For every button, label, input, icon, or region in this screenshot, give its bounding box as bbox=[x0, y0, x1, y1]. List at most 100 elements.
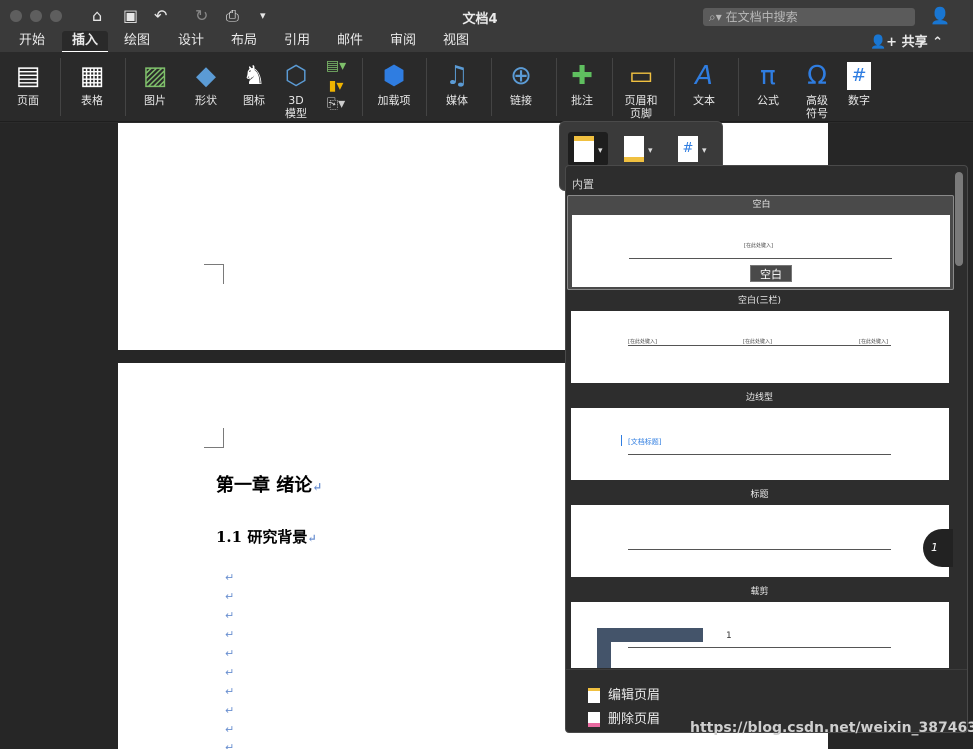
watermark-text: https://blog.csdn.net/weixin_38746310 bbox=[690, 720, 973, 736]
equation-icon: π bbox=[760, 61, 776, 91]
gallery-thumbnail: [在此处键入] 空白 bbox=[572, 215, 950, 287]
crop-bar-horizontal bbox=[597, 628, 703, 642]
home-icon[interactable]: ⌂ bbox=[92, 6, 102, 26]
side-line bbox=[621, 435, 622, 446]
smartart-buttons[interactable]: ▤▾ ▮▾ ⎘▾ bbox=[320, 52, 352, 122]
gallery-item-blank[interactable]: 空白 [在此处键入] 空白 bbox=[567, 195, 954, 290]
redo-icon[interactable]: ↻ bbox=[195, 6, 208, 26]
gallery-item-sideline[interactable]: [文档标题] bbox=[571, 408, 949, 480]
tab-layout[interactable]: 布局 bbox=[231, 32, 257, 50]
divider bbox=[738, 58, 739, 116]
undo-icon[interactable]: ↶ bbox=[154, 6, 167, 26]
scrollbar[interactable] bbox=[955, 172, 963, 266]
share-button[interactable]: 👤+ 共享 ⌃ bbox=[870, 31, 943, 50]
remove-header-icon bbox=[588, 712, 600, 727]
icons-label: 图标 bbox=[243, 94, 265, 107]
page-button[interactable]: ▤ 页面 bbox=[8, 52, 48, 122]
tooltip: 空白 bbox=[750, 265, 792, 282]
paragraph-mark: ↵ bbox=[225, 628, 235, 641]
tab-view[interactable]: 视图 bbox=[443, 32, 469, 50]
number-icon: # bbox=[847, 62, 871, 90]
footer-icon bbox=[624, 136, 644, 162]
edit-header-item[interactable]: 编辑页眉 bbox=[588, 684, 660, 703]
close-window-button[interactable] bbox=[10, 10, 22, 22]
paragraph-mark: ↵ bbox=[312, 480, 323, 494]
margin-corner-mark bbox=[204, 428, 224, 448]
search-input[interactable]: ⌕▾ 在文档中搜索 bbox=[703, 8, 915, 26]
gallery-item-blank-three-column[interactable]: [在此处键入] [在此处键入] [在此处键入] bbox=[571, 311, 949, 383]
comment-button[interactable]: ✚ 批注 bbox=[563, 52, 601, 122]
header-footer-button[interactable]: ▭ 页眉和页脚 bbox=[620, 52, 662, 122]
header-rule bbox=[628, 549, 891, 550]
save-icon[interactable]: ▣ bbox=[123, 6, 138, 26]
section-text: 1.1 研究背景 bbox=[216, 528, 308, 546]
divider bbox=[362, 58, 363, 116]
header-gallery-panel: 内置 空白 [在此处键入] 空白 空白(三栏) [在此处键入] [在此处键入] … bbox=[565, 165, 968, 733]
header-rule bbox=[629, 258, 892, 259]
table-icon: ▦ bbox=[79, 61, 105, 91]
divider bbox=[566, 669, 967, 670]
header-dropdown-button[interactable]: ▾ bbox=[568, 132, 608, 166]
search-placeholder: 在文档中搜索 bbox=[725, 10, 798, 24]
number-button[interactable]: # 数字 bbox=[840, 52, 878, 122]
print-icon[interactable]: ⎙ bbox=[226, 6, 239, 26]
page-number-text: 1 bbox=[726, 631, 732, 641]
equation-button[interactable]: π 公式 bbox=[748, 52, 788, 122]
thumbnail-placeholder-text: [在此处键入] bbox=[859, 339, 888, 345]
account-icon[interactable]: 👤 bbox=[930, 6, 950, 26]
divider bbox=[125, 58, 126, 116]
icons-button[interactable]: ♞ 图标 bbox=[234, 52, 274, 122]
comment-icon: ✚ bbox=[571, 61, 593, 91]
ribbon-insert: ▤ 页面 ▦ 表格 ▨ 图片 ◆ 形状 ♞ 图标 ⬡ 3D 模型 ▤▾ ▮▾ ⎘▾ ⬢ 加载项 ♫… bbox=[0, 52, 973, 122]
shapes-icon: ◆ bbox=[196, 61, 216, 91]
link-icon: ⊕ bbox=[510, 61, 532, 91]
chapter-heading[interactable]: 第一章 绪论↵ bbox=[216, 471, 322, 497]
section-heading[interactable]: 1.1 研究背景↵ bbox=[216, 526, 317, 547]
header-rule bbox=[628, 345, 891, 346]
chevron-down-icon: ▾ bbox=[598, 146, 603, 156]
tab-insert[interactable]: 插入 bbox=[62, 31, 109, 53]
footer-dropdown-button[interactable]: ▾ bbox=[618, 132, 658, 166]
media-button[interactable]: ♫ 媒体 bbox=[437, 52, 477, 122]
tab-home[interactable]: 开始 bbox=[19, 32, 45, 50]
chevron-down-icon: ▾ bbox=[702, 146, 707, 156]
remove-header-item[interactable]: 删除页眉 bbox=[588, 708, 660, 727]
tab-mailings[interactable]: 邮件 bbox=[337, 32, 363, 50]
table-button[interactable]: ▦ 表格 bbox=[72, 52, 112, 122]
page-number-dropdown-button[interactable]: # ▾ bbox=[672, 132, 712, 166]
3d-model-icon: ⬡ bbox=[284, 61, 308, 91]
remove-header-label: 删除页眉 bbox=[608, 712, 661, 727]
minimize-window-button[interactable] bbox=[30, 10, 42, 22]
divider bbox=[612, 58, 613, 116]
text-button[interactable]: A 文本 bbox=[684, 52, 724, 122]
thumbnail-placeholder-text: [在此处键入] bbox=[744, 243, 773, 249]
paragraph-mark: ↵ bbox=[225, 685, 235, 698]
header-footer-label: 页眉和页脚 bbox=[624, 94, 658, 120]
thumbnail-placeholder-text: [在此处键入] bbox=[628, 339, 657, 345]
addins-button[interactable]: ⬢ 加载项 bbox=[372, 52, 416, 122]
divider bbox=[60, 58, 61, 116]
picture-button[interactable]: ▨ 图片 bbox=[135, 52, 175, 122]
gallery-item-title-style[interactable]: 1 bbox=[571, 505, 953, 577]
zoom-window-button[interactable] bbox=[50, 10, 62, 22]
gallery-item-crop[interactable]: 1 bbox=[571, 602, 949, 668]
advanced-symbol-button[interactable]: Ω 高级符号 bbox=[798, 52, 836, 122]
gallery-item-title: 载剪 bbox=[750, 587, 769, 597]
text-icon: A bbox=[695, 61, 713, 91]
tab-references[interactable]: 引用 bbox=[284, 32, 310, 50]
3d-model-button[interactable]: ⬡ 3D 模型 bbox=[276, 52, 316, 122]
tab-draw[interactable]: 绘图 bbox=[124, 32, 150, 50]
paragraph-mark: ↵ bbox=[307, 532, 317, 545]
tab-design[interactable]: 设计 bbox=[178, 32, 204, 50]
divider bbox=[556, 58, 557, 116]
addins-icon: ⬢ bbox=[382, 61, 406, 91]
symbol-icon: Ω bbox=[807, 61, 827, 91]
ribbon-tabs: 开始 插入 绘图 设计 布局 引用 邮件 审阅 视图 👤+ 共享 ⌃ bbox=[0, 30, 973, 53]
title-bar: ⌂ ▣ ↶ ↻ ⎙ ▾ 文档4 ⌕▾ 在文档中搜索 👤 bbox=[0, 0, 973, 32]
paragraph-mark: ↵ bbox=[225, 571, 235, 584]
picture-label: 图片 bbox=[144, 94, 166, 107]
link-button[interactable]: ⊕ 链接 bbox=[500, 52, 542, 122]
customize-toolbar-icon[interactable]: ▾ bbox=[260, 6, 266, 26]
shapes-button[interactable]: ◆ 形状 bbox=[186, 52, 226, 122]
tab-review[interactable]: 审阅 bbox=[390, 32, 416, 50]
